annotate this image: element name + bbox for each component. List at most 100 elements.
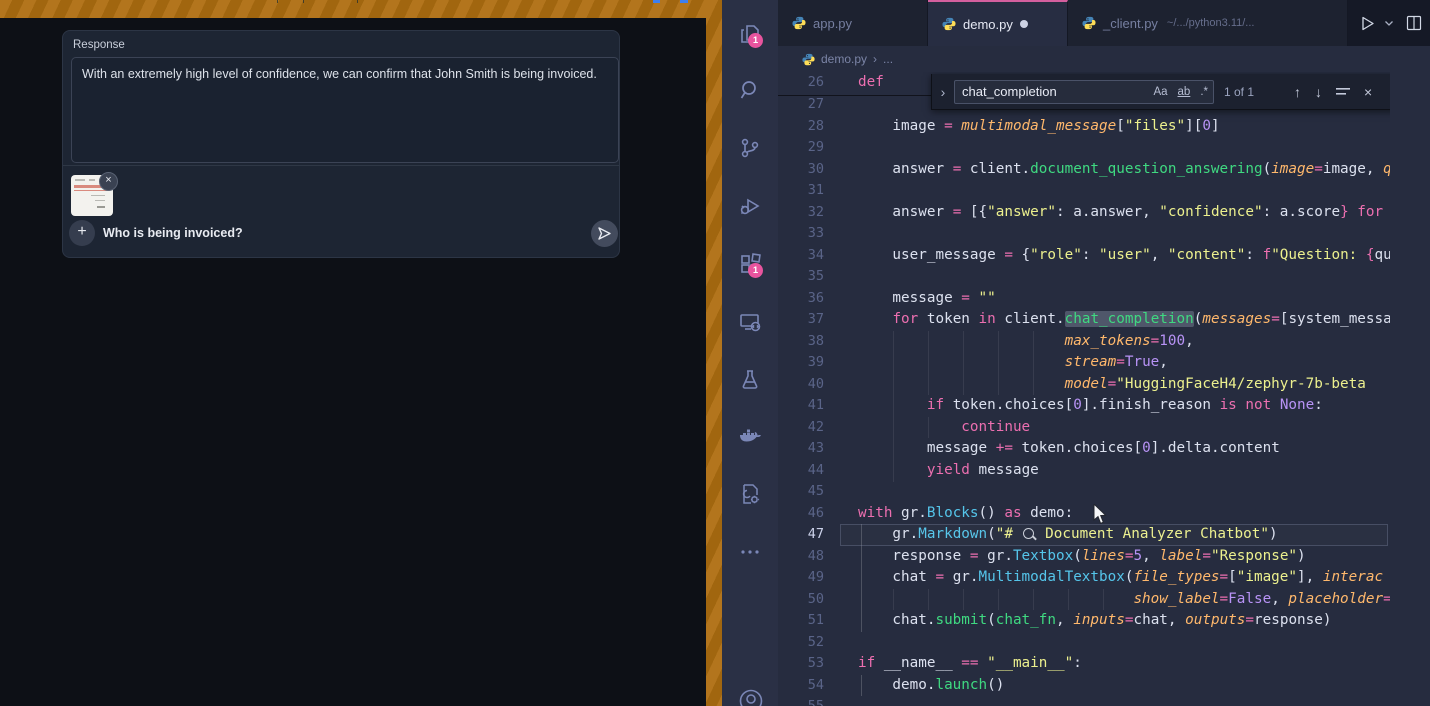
line-number[interactable]: 55 <box>778 696 824 706</box>
code-line-37[interactable]: 37 for token in client.chat_completion(m… <box>778 309 1390 331</box>
line-number[interactable]: 30 <box>778 159 824 181</box>
tab-app-py[interactable]: app.py <box>778 0 928 46</box>
line-number[interactable]: 41 <box>778 395 824 417</box>
line-number[interactable]: 34 <box>778 245 824 267</box>
gradio-panel: Response With an extremely high level of… <box>62 30 620 258</box>
line-number[interactable]: 27 <box>778 94 824 116</box>
more-views-ellipsis-icon[interactable] <box>738 540 762 564</box>
extensions-icon[interactable]: 1 <box>738 252 762 276</box>
code-editor[interactable]: 2728 image = multimodal_message["files"]… <box>778 72 1390 706</box>
docker-icon[interactable] <box>738 425 762 449</box>
breadcrumb-file[interactable]: demo.py <box>821 52 867 66</box>
response-textarea[interactable]: With an extremely high level of confiden… <box>71 57 619 163</box>
code-line-43[interactable]: 43 message += token.choices[0].delta.con… <box>778 438 1390 460</box>
code-line-48[interactable]: 48 response = gr.Textbox(lines=5, label=… <box>778 546 1390 568</box>
tab-demo-py[interactable]: demo.py <box>928 0 1068 46</box>
run-python-file-button[interactable] <box>1359 15 1376 32</box>
background-window-tick <box>303 0 304 3</box>
code-line-54[interactable]: 54 demo.launch() <box>778 675 1390 697</box>
line-number[interactable]: 49 <box>778 567 824 589</box>
code-line-52[interactable]: 52 <box>778 632 1390 654</box>
line-number[interactable]: 50 <box>778 589 824 611</box>
line-number[interactable]: 43 <box>778 438 824 460</box>
code-line-46[interactable]: 46with gr.Blocks() as demo: <box>778 503 1390 525</box>
code-line-53[interactable]: 53if __name__ == "__main__": <box>778 653 1390 675</box>
tab-client-py[interactable]: _client.py ~/.../python3.11/... <box>1068 0 1348 46</box>
code-line-30[interactable]: 30 answer = client.document_question_ans… <box>778 159 1390 181</box>
send-button[interactable] <box>591 220 618 247</box>
line-number[interactable]: 45 <box>778 481 824 503</box>
code-line-38[interactable]: 38 max_tokens=100, <box>778 331 1390 353</box>
modified-dot-icon[interactable] <box>1020 20 1028 28</box>
editor-tab-bar: app.py demo.py _client.py ~/.../python3.… <box>778 0 1430 46</box>
code-line-32[interactable]: 32 answer = [{"answer": a.answer, "confi… <box>778 202 1390 224</box>
run-debug-icon[interactable] <box>738 194 762 218</box>
line-number[interactable]: 52 <box>778 632 824 654</box>
line-number[interactable]: 26 <box>778 72 824 94</box>
code-line-55[interactable]: 55 <box>778 696 1390 706</box>
code-line-45[interactable]: 45 <box>778 481 1390 503</box>
line-number[interactable]: 44 <box>778 460 824 482</box>
find-input[interactable] <box>955 84 1148 99</box>
indent-guide <box>1033 589 1034 611</box>
match-case-toggle[interactable]: Aa <box>1148 86 1172 98</box>
code-line-51[interactable]: 51 chat.submit(chat_fn, inputs=chat, out… <box>778 610 1390 632</box>
breadcrumb-more[interactable]: ... <box>883 52 893 66</box>
line-number[interactable]: 53 <box>778 653 824 675</box>
line-number[interactable]: 36 <box>778 288 824 310</box>
chat-input[interactable]: Who is being invoiced? <box>103 226 243 240</box>
line-number[interactable]: 46 <box>778 503 824 525</box>
line-number[interactable]: 40 <box>778 374 824 396</box>
close-find-button[interactable]: × <box>1364 84 1372 100</box>
line-number[interactable]: 32 <box>778 202 824 224</box>
code-line-50[interactable]: 50 show_label=False, placeholder= <box>778 589 1390 611</box>
line-number[interactable]: 37 <box>778 309 824 331</box>
whole-word-toggle[interactable]: ab <box>1173 86 1196 98</box>
add-file-button[interactable]: + <box>69 220 95 246</box>
code-line-39[interactable]: 39 stream=True, <box>778 352 1390 374</box>
line-number[interactable]: 42 <box>778 417 824 439</box>
search-match-highlight: chat_completion <box>1065 311 1194 327</box>
remote-explorer-icon[interactable] <box>738 310 762 334</box>
code-line-35[interactable]: 35 <box>778 266 1390 288</box>
line-number[interactable]: 28 <box>778 116 824 138</box>
line-number[interactable]: 35 <box>778 266 824 288</box>
code-line-40[interactable]: 40 model="HuggingFaceH4/zephyr-7b-beta <box>778 374 1390 396</box>
account-icon[interactable] <box>738 688 762 706</box>
code-line-33[interactable]: 33 <box>778 223 1390 245</box>
desktop-wallpaper-strip <box>0 0 710 18</box>
line-number[interactable]: 33 <box>778 223 824 245</box>
editor-actions <box>1348 0 1430 46</box>
split-editor-button[interactable] <box>1406 15 1422 31</box>
line-number[interactable]: 39 <box>778 352 824 374</box>
remove-attachment-button[interactable]: × <box>99 172 118 191</box>
explorer-icon[interactable]: 1 <box>738 22 762 46</box>
line-number[interactable]: 48 <box>778 546 824 568</box>
code-line-36[interactable]: 36 message = "" <box>778 288 1390 310</box>
line-number[interactable]: 38 <box>778 331 824 353</box>
line-number[interactable]: 47 <box>778 524 824 546</box>
code-line-41[interactable]: 41 if token.choices[0].finish_reason is … <box>778 395 1390 417</box>
line-number[interactable]: 54 <box>778 675 824 697</box>
code-line-28[interactable]: 28 image = multimodal_message["files"][0… <box>778 116 1390 138</box>
code-line-29[interactable]: 29 <box>778 137 1390 159</box>
code-line-49[interactable]: 49 chat = gr.MultimodalTextbox(file_type… <box>778 567 1390 589</box>
line-number[interactable]: 51 <box>778 610 824 632</box>
code-line-34[interactable]: 34 user_message = {"role": "user", "cont… <box>778 245 1390 267</box>
toggle-replace-chevron-icon[interactable]: › <box>932 84 954 100</box>
code-line-44[interactable]: 44 yield message <box>778 460 1390 482</box>
previous-match-button[interactable]: ↑ <box>1294 84 1301 100</box>
line-number[interactable]: 29 <box>778 137 824 159</box>
code-line-31[interactable]: 31 <box>778 180 1390 202</box>
run-dropdown-chevron-icon[interactable] <box>1384 19 1394 27</box>
tools-file-gear-icon[interactable] <box>738 482 762 506</box>
breadcrumb[interactable]: demo.py › ... <box>778 46 1430 72</box>
next-match-button[interactable]: ↓ <box>1315 84 1322 100</box>
search-icon[interactable] <box>738 78 762 102</box>
testing-beaker-icon[interactable] <box>738 367 762 391</box>
line-number[interactable]: 31 <box>778 180 824 202</box>
regex-toggle[interactable]: .* <box>1195 86 1213 98</box>
source-control-icon[interactable] <box>738 136 762 160</box>
find-in-selection-button[interactable] <box>1336 86 1350 98</box>
code-line-42[interactable]: 42 continue <box>778 417 1390 439</box>
